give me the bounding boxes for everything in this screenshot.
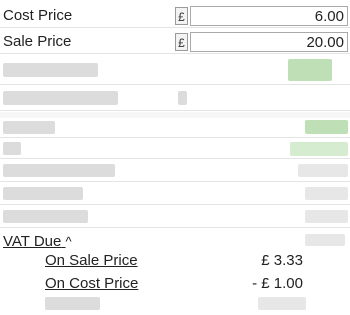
redacted-row [0,183,350,205]
redacted-field [298,164,348,177]
redacted-field [290,142,348,156]
cost-price-row: Cost Price £ [0,3,350,28]
chevron-up-icon: ^ [65,234,72,249]
redacted-row [0,160,350,182]
on-cost-price-value: - £ 1.00 [252,275,303,292]
vat-section: VAT Due ^ On Sale Price £ 3.33 On Cost P… [0,230,350,315]
cost-price-label: Cost Price [3,7,73,24]
redacted-text [3,142,21,155]
redacted-row [0,55,350,85]
redacted-field [305,120,348,134]
redacted-text [45,297,100,310]
redacted-text [3,63,98,77]
redacted-field [305,210,348,223]
sale-currency-symbol: £ [175,33,188,51]
redacted-row [0,139,350,159]
vat-due-toggle[interactable]: VAT Due ^ [3,233,72,250]
sale-price-input[interactable] [190,32,348,52]
redacted-row [0,206,350,228]
on-cost-price-link[interactable]: On Cost Price [45,275,138,292]
redacted-text [3,121,55,134]
redacted-text [3,164,115,177]
redacted-field [288,59,332,81]
redacted-row [0,86,350,111]
redacted-text [3,210,88,223]
sale-price-label: Sale Price [3,33,72,50]
redacted-row [0,118,350,138]
vat-due-label: VAT Due [3,233,62,250]
redacted-field [258,297,306,310]
cost-currency-symbol: £ [175,7,188,25]
redacted-text [3,91,118,105]
redacted-text [178,91,187,105]
cost-price-input[interactable] [190,6,348,26]
on-sale-price-value: £ 3.33 [261,252,303,269]
redacted-field [305,187,348,200]
sale-price-row: Sale Price £ [0,29,350,54]
redacted-field [305,234,345,246]
on-sale-price-link[interactable]: On Sale Price [45,252,138,269]
redacted-text [3,187,83,200]
